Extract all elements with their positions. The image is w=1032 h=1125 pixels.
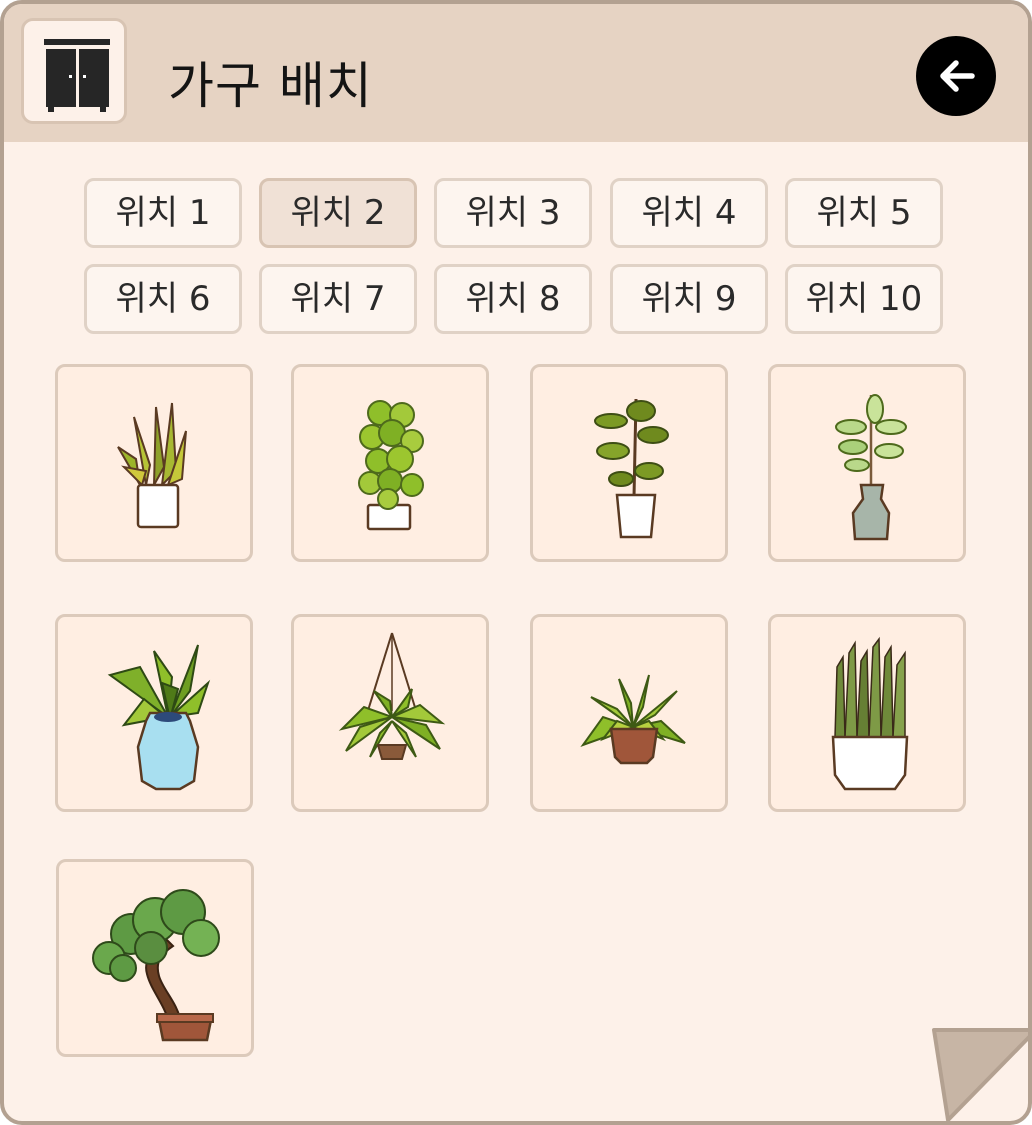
furniture-placement-panel: 가구 배치 위치 1 위치 2 위치 3 위치 4 위치 5 위치 6 위치 7… <box>0 0 1032 1125</box>
page-curl-corner <box>932 1028 1028 1121</box>
